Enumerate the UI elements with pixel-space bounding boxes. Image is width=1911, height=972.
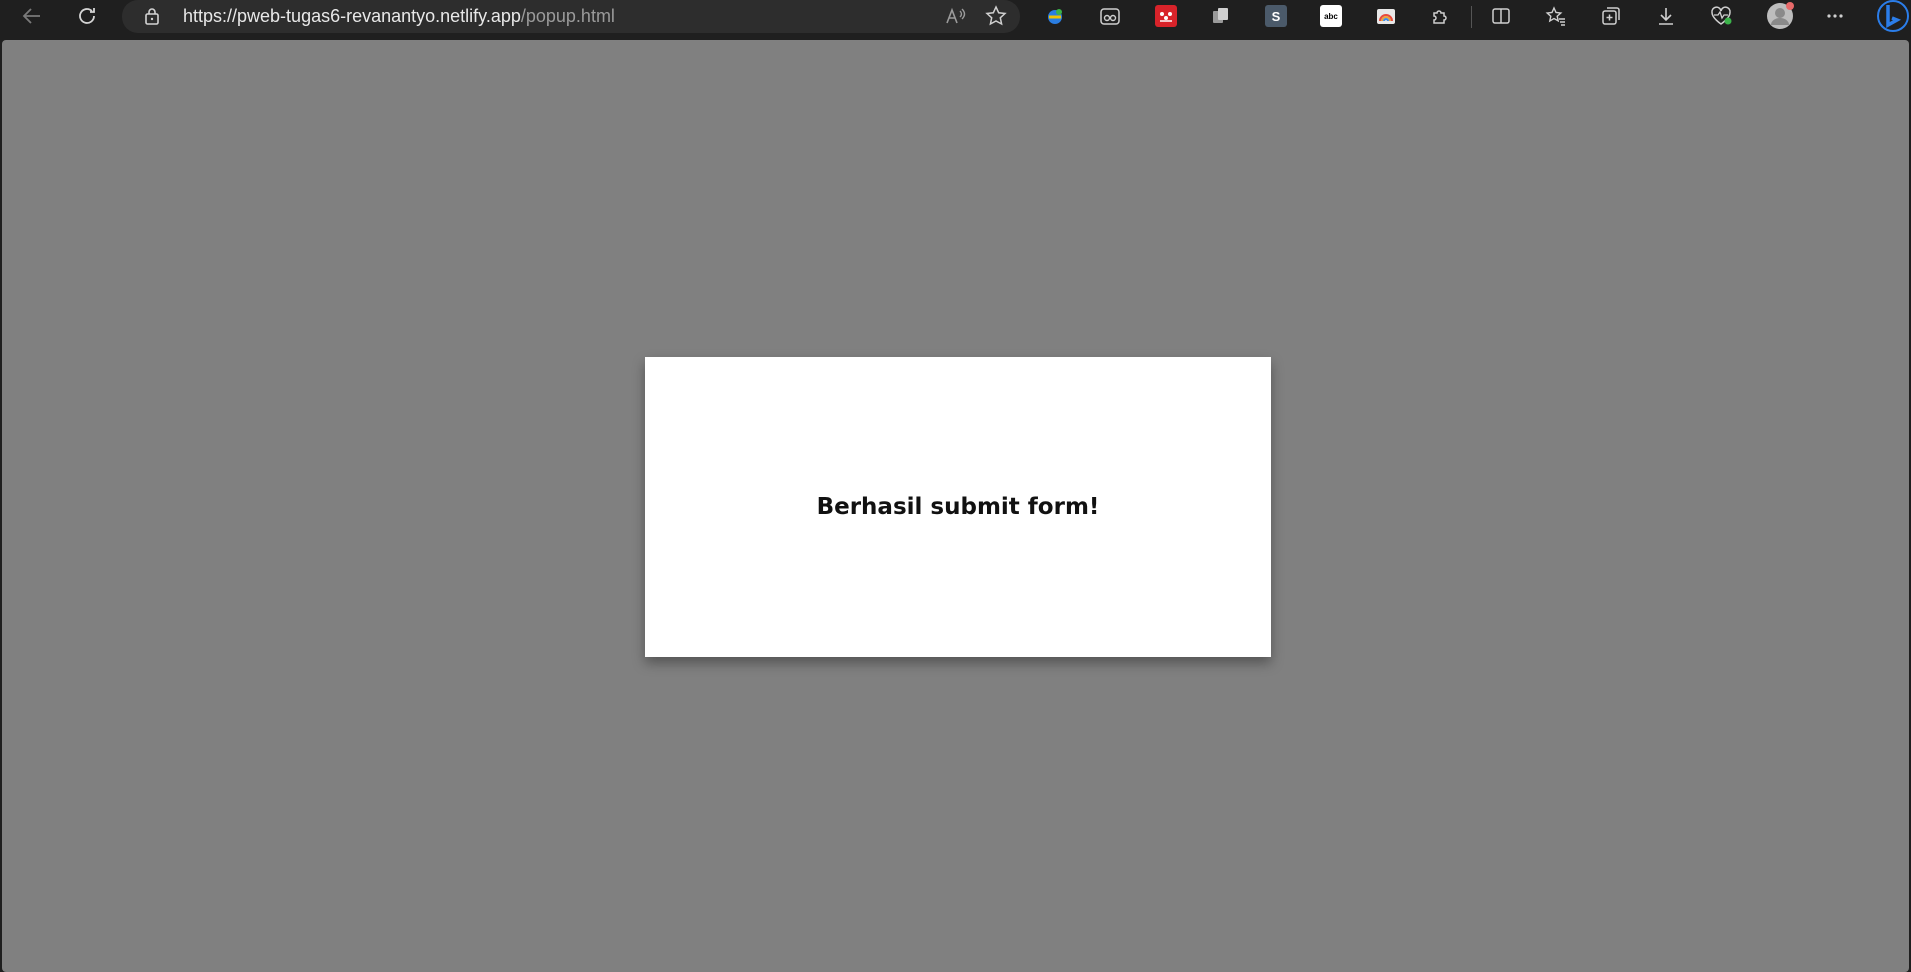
reader-glasses-extension-icon[interactable] [1099,5,1121,27]
rainbow-extension-icon[interactable] [1375,5,1397,27]
url-main: https://pweb-tugas6-revanantyo.netlify.a… [183,6,521,26]
lock-icon[interactable] [144,7,160,30]
page-content: Berhasil submit form! [2,40,1909,972]
s-extension-icon[interactable]: S [1265,5,1287,27]
extensions-puzzle-icon[interactable] [1425,2,1457,30]
favorites-list-icon[interactable] [1540,2,1572,30]
split-screen-icon[interactable] [1485,2,1517,30]
refresh-icon[interactable] [71,2,103,30]
ie-globe-extension-icon[interactable] [1044,5,1066,27]
abc-extension-icon[interactable]: abc [1320,5,1342,27]
url-path: /popup.html [520,6,615,26]
url-text[interactable]: https://pweb-tugas6-revanantyo.netlify.a… [183,7,615,25]
downloads-icon[interactable] [1650,2,1682,30]
more-options-icon[interactable] [1819,2,1851,30]
browser-toolbar: https://pweb-tugas6-revanantyo.netlify.a… [0,0,1911,40]
read-aloud-icon[interactable] [940,2,972,30]
mendeley-extension-icon[interactable] [1155,5,1177,27]
bing-copilot-icon[interactable] [1874,0,1910,32]
popup-message: Berhasil submit form! [816,494,1100,520]
back-arrow-icon[interactable] [16,2,48,30]
favorite-star-icon[interactable] [980,2,1012,30]
address-bar-actions [940,2,1012,30]
profile-avatar-icon[interactable] [1764,2,1796,30]
collections-icon[interactable] [1595,2,1627,30]
address-bar[interactable]: https://pweb-tugas6-revanantyo.netlify.a… [122,0,1020,33]
popup-dialog: Berhasil submit form! [645,357,1271,657]
browser-essentials-icon[interactable] [1705,2,1737,30]
toolbar-divider [1471,6,1472,28]
copy-extension-icon[interactable] [1210,5,1232,27]
